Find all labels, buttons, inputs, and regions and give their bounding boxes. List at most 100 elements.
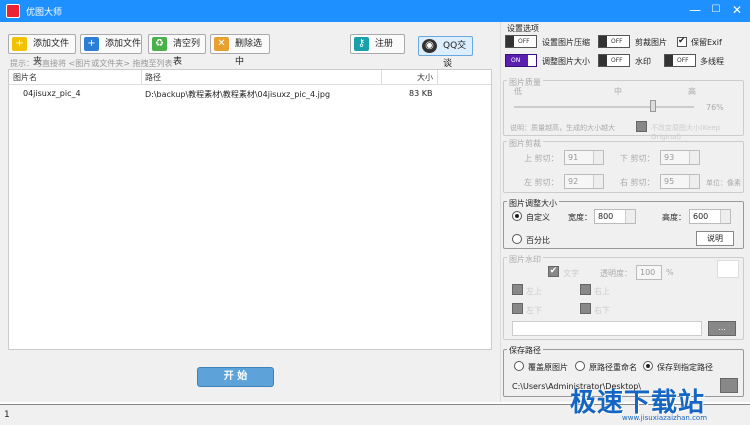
resize-custom-label: 自定义 xyxy=(526,213,550,222)
quality-mid-label: 中 xyxy=(614,87,622,96)
row-name: 04jisuxz_pic_4 xyxy=(23,89,81,98)
watermark-text-input[interactable] xyxy=(512,321,702,336)
quality-high-label: 高 xyxy=(688,87,696,96)
keep-original-checkbox[interactable] xyxy=(636,121,647,132)
watermark-pos-bottomleft-label: 左下 xyxy=(526,306,542,315)
crop-top-label: 上 剪切： xyxy=(524,154,559,163)
folder-plus-icon: + xyxy=(12,37,27,51)
resize-title: 图片调整大小 xyxy=(507,198,559,209)
close-button[interactable]: ✕ xyxy=(728,2,746,18)
clear-list-button[interactable]: ♻ 清空列表 xyxy=(148,34,206,67)
resize-width-input[interactable]: 800 xyxy=(594,209,636,224)
watermark-pos-bottomright-label: 右下 xyxy=(594,306,610,315)
watermark-text-checkbox[interactable]: ✔ xyxy=(548,266,559,277)
resize-width-value: 800 xyxy=(598,212,614,221)
quality-low-label: 低 xyxy=(514,87,522,96)
watermark-pos-bottomright-checkbox[interactable] xyxy=(580,303,591,314)
row-path: D:\backup\教程素材\教程素材\04jisuxz_pic_4.jpg xyxy=(145,90,331,99)
watermark-pos-topright-checkbox[interactable] xyxy=(580,284,591,295)
watermark-text-label: 文字 xyxy=(563,269,579,278)
column-header-path[interactable]: 路径 xyxy=(145,72,161,83)
resize-toggle-state: ON xyxy=(511,57,521,64)
register-button[interactable]: ⚷ 注册 xyxy=(350,34,405,54)
resize-custom-radio[interactable] xyxy=(512,211,522,221)
row-size: 83 KB xyxy=(409,89,433,98)
resize-percent-label: 百分比 xyxy=(526,236,550,245)
resize-height-input[interactable]: 600 xyxy=(689,209,731,224)
watermark-color-swatch[interactable] xyxy=(717,260,739,278)
column-header-size[interactable]: 大小 xyxy=(417,72,433,83)
compress-toggle-state: OFF xyxy=(518,38,530,45)
crop-unit-label: 单位：像素 xyxy=(706,179,741,187)
column-header-name[interactable]: 图片名 xyxy=(13,72,37,83)
drag-hint: 提示：可直接将 <图片或文件夹> 拖拽至列表 xyxy=(10,59,173,68)
file-table[interactable]: 图片名 路径 大小 04jisuxz_pic_4 D:\backup\教程素材\… xyxy=(8,69,492,350)
save-custom-radio[interactable] xyxy=(643,361,653,371)
status-count: 1 xyxy=(4,410,10,420)
watermark-percent-label: % xyxy=(666,268,674,277)
crop-right-input[interactable]: 95 xyxy=(660,174,700,189)
watermark-pos-topright-label: 右上 xyxy=(594,287,610,296)
watermark-pos-bottomleft-checkbox[interactable] xyxy=(512,303,523,314)
crop-bottom-value: 93 xyxy=(664,153,675,162)
keep-exif-checkbox[interactable] xyxy=(677,36,687,47)
watermark-toggle-state: OFF xyxy=(611,57,623,64)
add-folder-button[interactable]: + 添加文件夹 xyxy=(8,34,76,67)
save-overwrite-label: 覆盖原图片 xyxy=(528,363,568,372)
crop-right-label: 右 剪切： xyxy=(620,178,655,187)
crop-bottom-label: 下 剪切： xyxy=(620,154,655,163)
crop-toggle-state: OFF xyxy=(611,38,623,45)
site-watermark-url: www.jisuxiazaizhan.com xyxy=(622,414,708,422)
quality-slider-thumb[interactable] xyxy=(650,100,656,112)
watermark-pos-topleft-label: 左上 xyxy=(526,287,542,296)
resize-help-button[interactable]: 说明 xyxy=(696,231,734,246)
resize-percent-radio[interactable] xyxy=(512,234,522,244)
save-title: 保存路径 xyxy=(507,345,543,356)
crop-left-label: 左 剪切： xyxy=(524,178,559,187)
table-header: 图片名 路径 大小 xyxy=(9,70,491,85)
register-label: 注册 xyxy=(375,39,394,49)
add-file-button[interactable]: + 添加文件 xyxy=(80,34,142,54)
watermark-opacity-input[interactable]: 100 xyxy=(636,265,662,280)
crop-top-value: 91 xyxy=(568,153,579,162)
delete-selected-button[interactable]: ✕ 删除选中 xyxy=(210,34,270,67)
resize-width-label: 宽度： xyxy=(568,213,592,222)
save-rename-label: 原路径重命名 xyxy=(589,363,637,372)
file-plus-icon: + xyxy=(84,37,99,51)
minimize-button[interactable]: — xyxy=(686,2,704,18)
multithread-toggle[interactable]: OFF xyxy=(664,54,696,67)
crop-title: 图片剪裁 xyxy=(507,138,543,149)
keep-original-label: 不改变原图大小(Keep Original) xyxy=(651,124,721,141)
watermark-label: 水印 xyxy=(635,57,651,66)
quality-title: 图片质量 xyxy=(507,77,543,88)
save-rename-radio[interactable] xyxy=(575,361,585,371)
crop-bottom-input[interactable]: 93 xyxy=(660,150,700,165)
watermark-browse-button[interactable]: ... xyxy=(708,321,736,336)
watermark-pos-topleft-checkbox[interactable] xyxy=(512,284,523,295)
save-overwrite-radio[interactable] xyxy=(514,361,524,371)
multithread-label: 多线程 xyxy=(700,57,724,66)
compress-toggle[interactable]: OFF xyxy=(505,35,537,48)
settings-title: 设置选项 xyxy=(507,24,539,33)
key-icon: ⚷ xyxy=(354,37,369,51)
qq-penguin-icon: ◉ xyxy=(422,39,437,53)
watermark-opacity-value: 100 xyxy=(640,268,656,277)
crop-top-input[interactable]: 91 xyxy=(564,150,604,165)
folder-delete-icon: ✕ xyxy=(214,37,229,51)
multithread-toggle-state: OFF xyxy=(677,57,689,64)
qq-chat-button[interactable]: ◉ QQ交谈 xyxy=(418,36,473,69)
title-bar: 优图大师 — ☐ ✕ xyxy=(0,0,750,22)
resize-toggle[interactable]: ON xyxy=(505,54,537,67)
crop-left-input[interactable]: 92 xyxy=(564,174,604,189)
start-button[interactable]: 开 始 xyxy=(197,367,274,387)
resize-height-value: 600 xyxy=(693,212,709,221)
resize-label: 调整图片大小 xyxy=(542,57,590,66)
maximize-button[interactable]: ☐ xyxy=(707,2,725,18)
crop-toggle[interactable]: OFF xyxy=(598,35,630,48)
crop-label: 剪裁图片 xyxy=(635,38,667,47)
watermark-toggle[interactable]: OFF xyxy=(598,54,630,67)
table-row[interactable]: 04jisuxz_pic_4 D:\backup\教程素材\教程素材\04jis… xyxy=(9,86,491,101)
quality-slider-track[interactable] xyxy=(514,106,694,108)
crop-left-value: 92 xyxy=(568,177,579,186)
app-logo-icon xyxy=(6,4,20,18)
